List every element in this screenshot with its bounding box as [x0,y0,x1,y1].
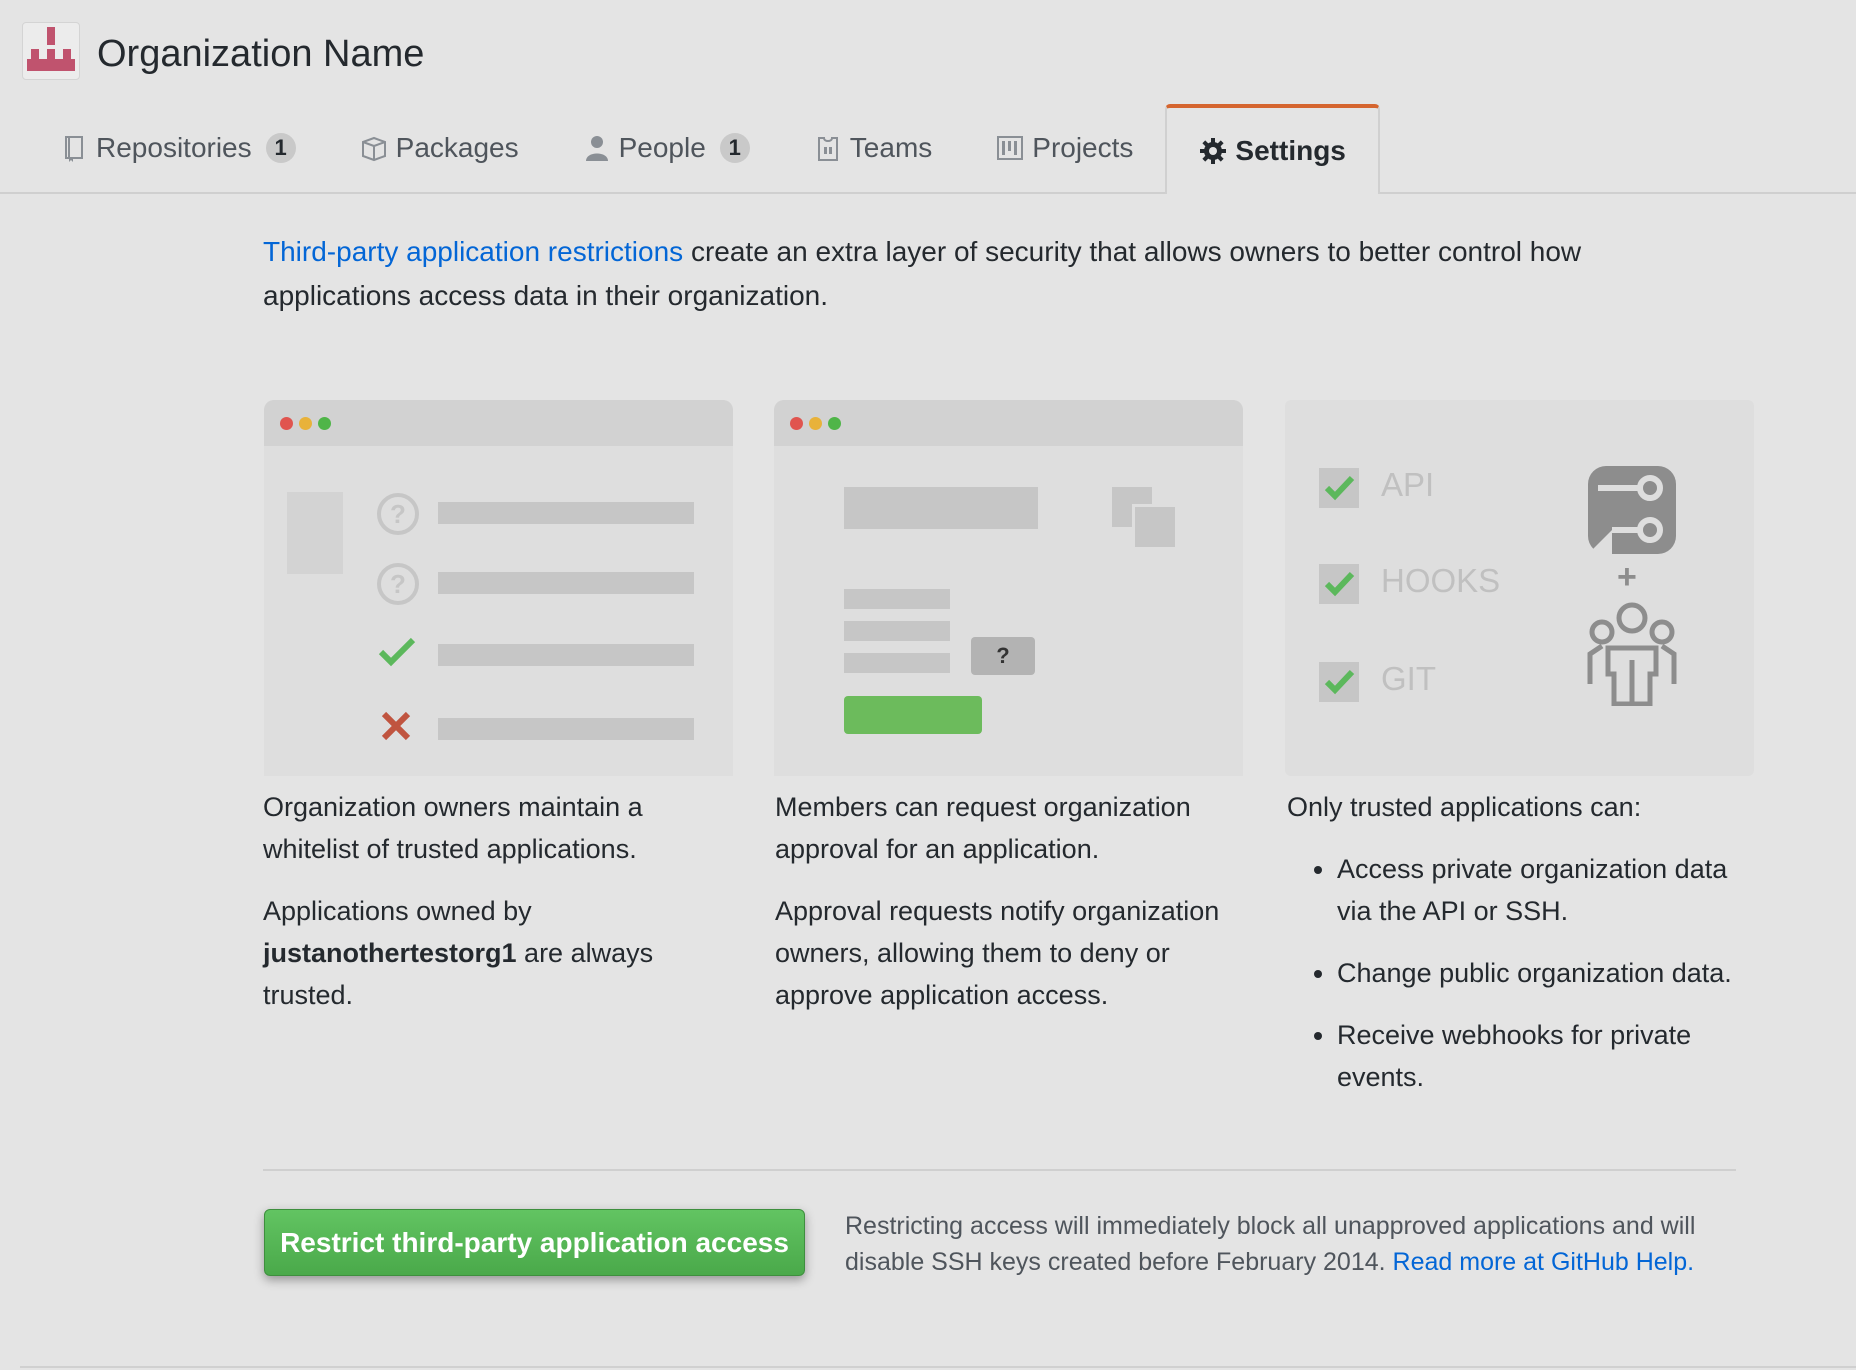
copy-shape-front [1132,504,1175,547]
tab-repositories-label: Repositories [96,132,252,163]
restriction-note: Restricting access will immediately bloc… [845,1208,1725,1280]
list-bar [438,572,694,594]
list-bar [438,644,694,666]
text-line-placeholder [844,621,950,641]
approval-description: Approval requests notify organization ow… [775,896,1220,1010]
trusted-caption: Only trusted applications can: Access pr… [1287,786,1757,1118]
people-counter: 1 [719,133,750,163]
org-name[interactable]: Organization Name [97,26,424,82]
org-login-name: justanothertestorg1 [263,938,517,968]
section-divider [263,1169,1736,1171]
checkbox-checked-icon [1319,468,1359,508]
gear-icon [1200,138,1227,164]
org-avatar[interactable] [22,22,80,80]
approve-button-placeholder [844,696,982,734]
text-line-placeholder [844,653,950,673]
check-label-hooks: HOOKS [1381,562,1501,599]
tab-teams[interactable]: Teams [782,104,964,192]
check-label-api: API [1381,466,1435,503]
check-icon [378,637,416,667]
checkbox-checked-icon [1319,662,1359,702]
bottom-divider [20,1366,1856,1368]
tab-settings-label: Settings [1235,135,1346,166]
whitelist-illustration: ? ? [264,400,733,776]
tab-repositories[interactable]: Repositories 1 [28,104,328,192]
trusted-capabilities-list: Access private organization data via the… [1287,848,1757,1098]
whitelist-caption: Organization owners maintain a whitelist… [263,786,703,1036]
list-item: Receive webhooks for private events. [1337,1014,1757,1098]
intro-text: Third-party application restrictions cre… [263,230,1683,318]
owned-apps-text: Applications owned by [263,896,532,926]
minimize-dot-icon [809,417,822,430]
package-icon [361,136,386,162]
request-caption: Members can request organization approva… [775,786,1225,1036]
org-logo-icon [27,27,75,71]
maximize-dot-icon [318,417,331,430]
placeholder-block [287,492,343,574]
request-description: Members can request organization approva… [775,792,1191,864]
minimize-dot-icon [299,417,312,430]
whitelist-description: Organization owners maintain a whitelist… [263,792,643,864]
trusted-heading: Only trusted applications can: [1287,792,1642,822]
list-item: Access private organization data via the… [1337,848,1757,932]
tab-packages-label: Packages [395,132,519,163]
org-header: Organization Name Repositories 1 Package… [0,0,1856,194]
oauth-app-icon [1586,466,1676,556]
tab-settings[interactable]: Settings [1165,104,1380,194]
question-circle-icon: ? [377,493,419,535]
svg-text:?: ? [390,569,406,599]
svg-text:?: ? [390,499,406,529]
org-nav-tabs: Repositories 1 Packages People 1 Teams P… [28,104,1380,194]
permissions-illustration: API HOOKS GIT + [1285,400,1754,776]
jersey-icon [817,137,838,161]
tab-people[interactable]: People 1 [551,104,782,192]
person-icon [585,136,608,161]
team-icon [1587,602,1677,706]
tab-people-label: People [618,132,706,163]
list-item: Change public organization data. [1337,952,1757,994]
tab-teams-label: Teams [849,132,933,163]
tab-packages[interactable]: Packages [328,104,551,192]
project-icon [997,136,1024,160]
maximize-dot-icon [828,417,841,430]
owned-apps-note: Applications owned by justanothertestorg… [263,890,703,1016]
window-titlebar [774,400,1243,446]
plus-sign: + [1617,558,1637,596]
list-bar [438,502,694,524]
check-label-git: GIT [1381,660,1436,697]
title-placeholder [844,487,1038,529]
repositories-counter: 1 [265,133,296,163]
repo-icon [65,136,83,162]
third-party-restrictions-link[interactable]: Third-party application restrictions [263,236,683,267]
list-bar [438,718,694,740]
cross-icon [381,711,411,741]
close-dot-icon [790,417,803,430]
tab-projects[interactable]: Projects [964,104,1165,192]
restrict-access-button[interactable]: Restrict third-party application access [264,1209,805,1276]
github-help-link[interactable]: Read more at GitHub Help. [1393,1248,1695,1276]
checkbox-checked-icon [1319,564,1359,604]
tab-projects-label: Projects [1032,132,1134,163]
text-line-placeholder [844,589,950,609]
question-circle-icon: ? [377,563,419,605]
question-badge: ? [971,637,1035,675]
close-dot-icon [280,417,293,430]
window-titlebar [264,400,733,446]
request-approval-illustration: ? [774,400,1243,776]
